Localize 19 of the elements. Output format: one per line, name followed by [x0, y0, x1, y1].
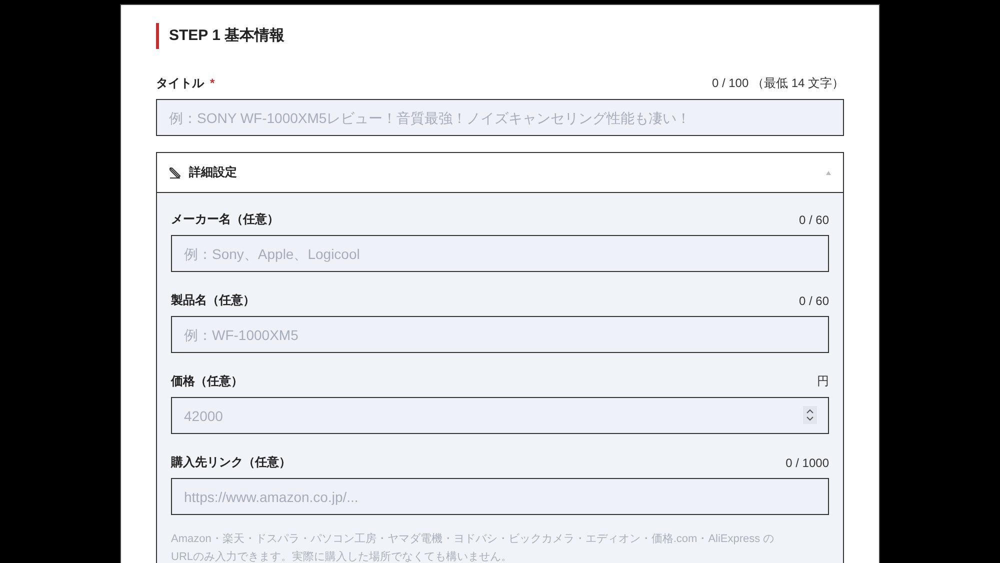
pencil-icon: [169, 166, 181, 178]
field-label: 購入先リンク（任意）: [171, 454, 291, 471]
field-label: メーカー名（任意）: [171, 211, 279, 228]
field-label: 製品名（任意）: [171, 292, 255, 309]
spinner-icon[interactable]: [803, 406, 817, 424]
unit-label: 円: [817, 373, 829, 390]
text-input[interactable]: 例：Sony、Apple、Logicool: [171, 235, 829, 272]
help-text: Amazon・楽天・ドスパラ・パソコン工房・ヤマダ電機・ヨドバシ・ビックカメラ・エディオン・価格.com・AliExpress の URLのみ入力できます。実際に購入した場所でなくても構いません。: [171, 532, 776, 563]
character-counter: 0 / 1000: [786, 456, 829, 470]
text-input[interactable]: https://www.amazon.co.jp/...: [171, 478, 829, 515]
section-heading: STEP 1 基本情報: [156, 23, 844, 49]
text-input[interactable]: 例：WF-1000XM5: [171, 316, 829, 353]
character-counter: 0 / 60: [798, 294, 829, 308]
character-counter: 0 / 60: [798, 212, 829, 226]
field-label: 価格（任意）: [171, 373, 243, 390]
number-input[interactable]: 42000: [171, 397, 829, 434]
character-counter: 0 / 100 （最低 14 文字）: [712, 75, 844, 92]
title-input[interactable]: 例：SONY WF-1000XM5レビュー！音質最強！ノイズキャンセリング性能も凄い！: [156, 99, 844, 136]
field-label: タイトル *: [156, 75, 215, 92]
